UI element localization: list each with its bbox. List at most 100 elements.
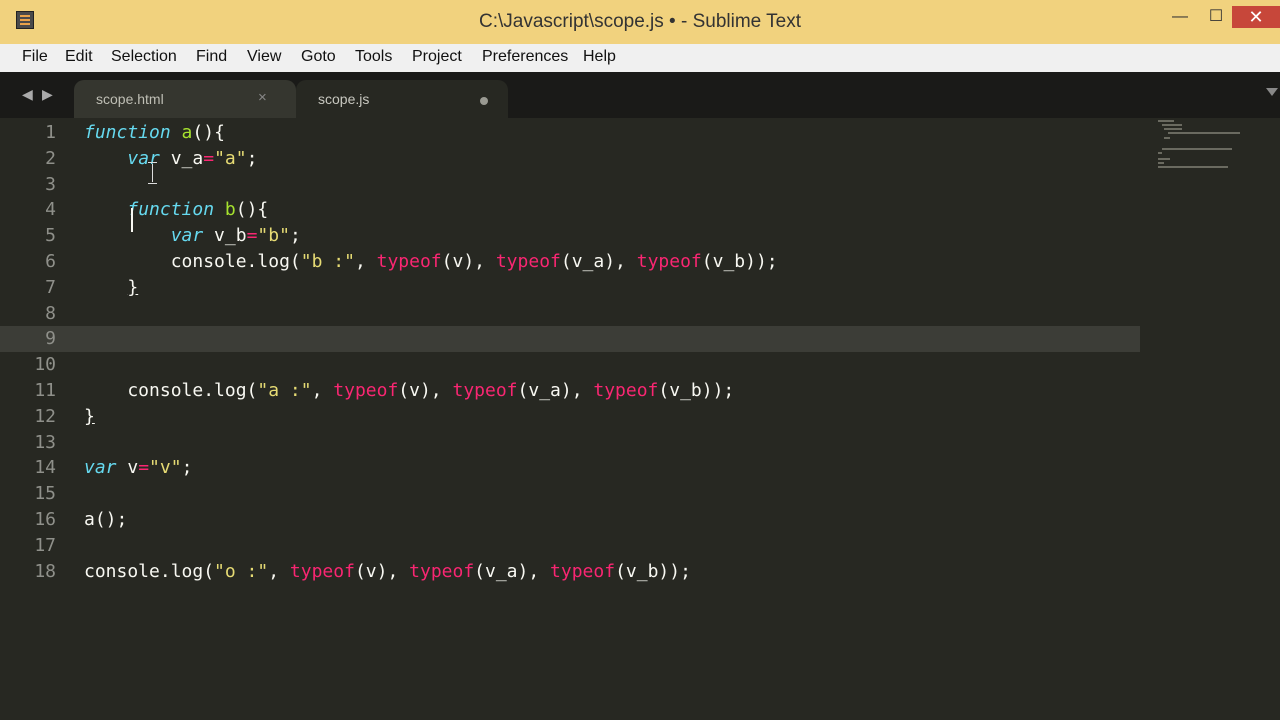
code-token: a [181,122,193,143]
code-editor[interactable]: 1 function a(){2 var v_a="a"; 3 4 function … [0,118,1280,720]
line-number: 18 [34,560,56,582]
code-token: function [127,199,215,221]
code-token: "v" [149,457,182,479]
code-text: function a(){ [84,120,225,146]
code-token: (v), [441,251,496,272]
menu-file[interactable]: File [22,48,48,66]
code-line[interactable]: 14 var v="v"; [0,455,1140,481]
code-token: ; [289,225,301,247]
code-token: "a" [214,147,247,169]
line-number: 11 [34,380,56,401]
code-token: = [246,225,258,247]
code-line[interactable]: 17 [0,533,1140,559]
menu-selection[interactable]: Selection [111,48,177,66]
code-line[interactable]: 15 [0,481,1140,507]
code-token: (v_b)); [615,560,691,582]
code-token: typeof [495,251,561,272]
line-number: 8 [45,302,56,324]
code-token: "a :" [257,380,312,401]
code-text: var v_a="a"; [84,146,257,172]
code-token: (){ [235,199,269,221]
code-line[interactable]: 1 function a(){ [0,120,1140,146]
tab-label: scope.js [318,91,370,107]
chevron-down-icon[interactable] [1266,88,1278,96]
mouse-ibeam-cursor [148,162,158,184]
line-number: 4 [45,199,56,221]
modified-dot-icon[interactable] [480,97,488,105]
code-text: } [84,275,138,301]
code-token: (v_b)); [658,380,735,401]
tab-scope-html[interactable]: scope.html × [74,80,296,118]
menu-tools[interactable]: Tools [355,48,392,66]
line-number: 3 [45,173,56,195]
tab-bar: ◀ ▶ scope.html × scope.js [0,72,1280,118]
back-arrow-icon[interactable]: ◀ [22,86,33,103]
close-button[interactable]: ✕ [1232,6,1280,28]
code-token: typeof [409,560,475,582]
code-line[interactable]: 18 console.log("o :", typeof(v), typeof(v… [0,559,1140,585]
minimap[interactable] [1150,118,1260,178]
close-icon[interactable]: × [258,89,267,106]
code-token: typeof [636,251,702,272]
code-line[interactable]: 16 a(); [0,507,1140,533]
code-line[interactable]: 11 console.log("a :", typeof(v), typeof(… [0,378,1140,404]
code-token: b [224,199,236,221]
code-token: (v_a), [560,251,637,272]
menu-goto[interactable]: Goto [301,48,336,66]
code-line[interactable]: 10 [0,352,1140,378]
code-token: (){ [192,122,225,143]
menu-edit[interactable]: Edit [65,48,93,66]
code-token: typeof [376,251,442,272]
code-token: var [170,225,204,247]
menu-view[interactable]: View [247,48,281,66]
code-line[interactable]: 2 var v_a="a"; [0,146,1140,172]
code-token: function [84,122,171,143]
line-number: 17 [34,534,56,556]
code-token: a(); [84,509,128,530]
code-line[interactable]: 12} [0,404,1140,430]
code-line[interactable]: 6 console.log("b :", typeof(v), typeof(v… [0,249,1140,275]
code-text: var v_b="b"; [84,223,301,249]
menu-project[interactable]: Project [412,48,462,66]
code-token: = [138,457,150,479]
code-token: typeof [452,380,518,401]
forward-arrow-icon[interactable]: ▶ [42,86,53,103]
minimize-button[interactable]: — [1166,6,1194,28]
code-line[interactable]: 9 [0,326,1140,353]
code-text: console.log("b :", typeof(v), typeof(v_a… [84,249,778,275]
menu-find[interactable]: Find [196,48,227,66]
code-token: (v_a), [474,560,551,582]
code-text: console.log("a :", typeof(v), typeof(v_a… [84,378,734,404]
code-token: ; [181,457,193,479]
code-text: a(); [84,507,127,533]
code-line[interactable]: 4 function b(){ [0,197,1140,223]
code-token: console.log( [84,380,258,401]
code-line[interactable]: 3 [0,172,1140,198]
code-token: v_a [159,147,204,169]
code-token: typeof [593,380,659,401]
menu-preferences[interactable]: Preferences [482,48,568,66]
line-number: 7 [45,276,56,298]
line-number: 16 [34,509,56,530]
line-number: 1 [45,122,56,143]
code-token: v_b [203,225,247,247]
line-number: 9 [45,328,56,350]
code-token: (v), [398,380,453,401]
code-line[interactable]: 8 [0,301,1140,327]
tab-scope-js[interactable]: scope.js [296,80,508,118]
text-caret [131,208,133,232]
code-line[interactable]: 7 } [0,275,1140,301]
maximize-button[interactable]: ☐ [1202,6,1230,28]
code-token: } [127,276,139,298]
code-token: "b :" [300,251,355,272]
line-number: 2 [45,147,56,169]
menu-help[interactable]: Help [583,48,616,66]
code-text: } [84,404,95,430]
code-token: , [354,251,377,272]
code-text: function b(){ [84,197,268,223]
code-token: (v), [354,560,410,582]
code-line[interactable]: 5 var v_b="b"; [0,223,1140,249]
code-line[interactable]: 13 [0,430,1140,456]
